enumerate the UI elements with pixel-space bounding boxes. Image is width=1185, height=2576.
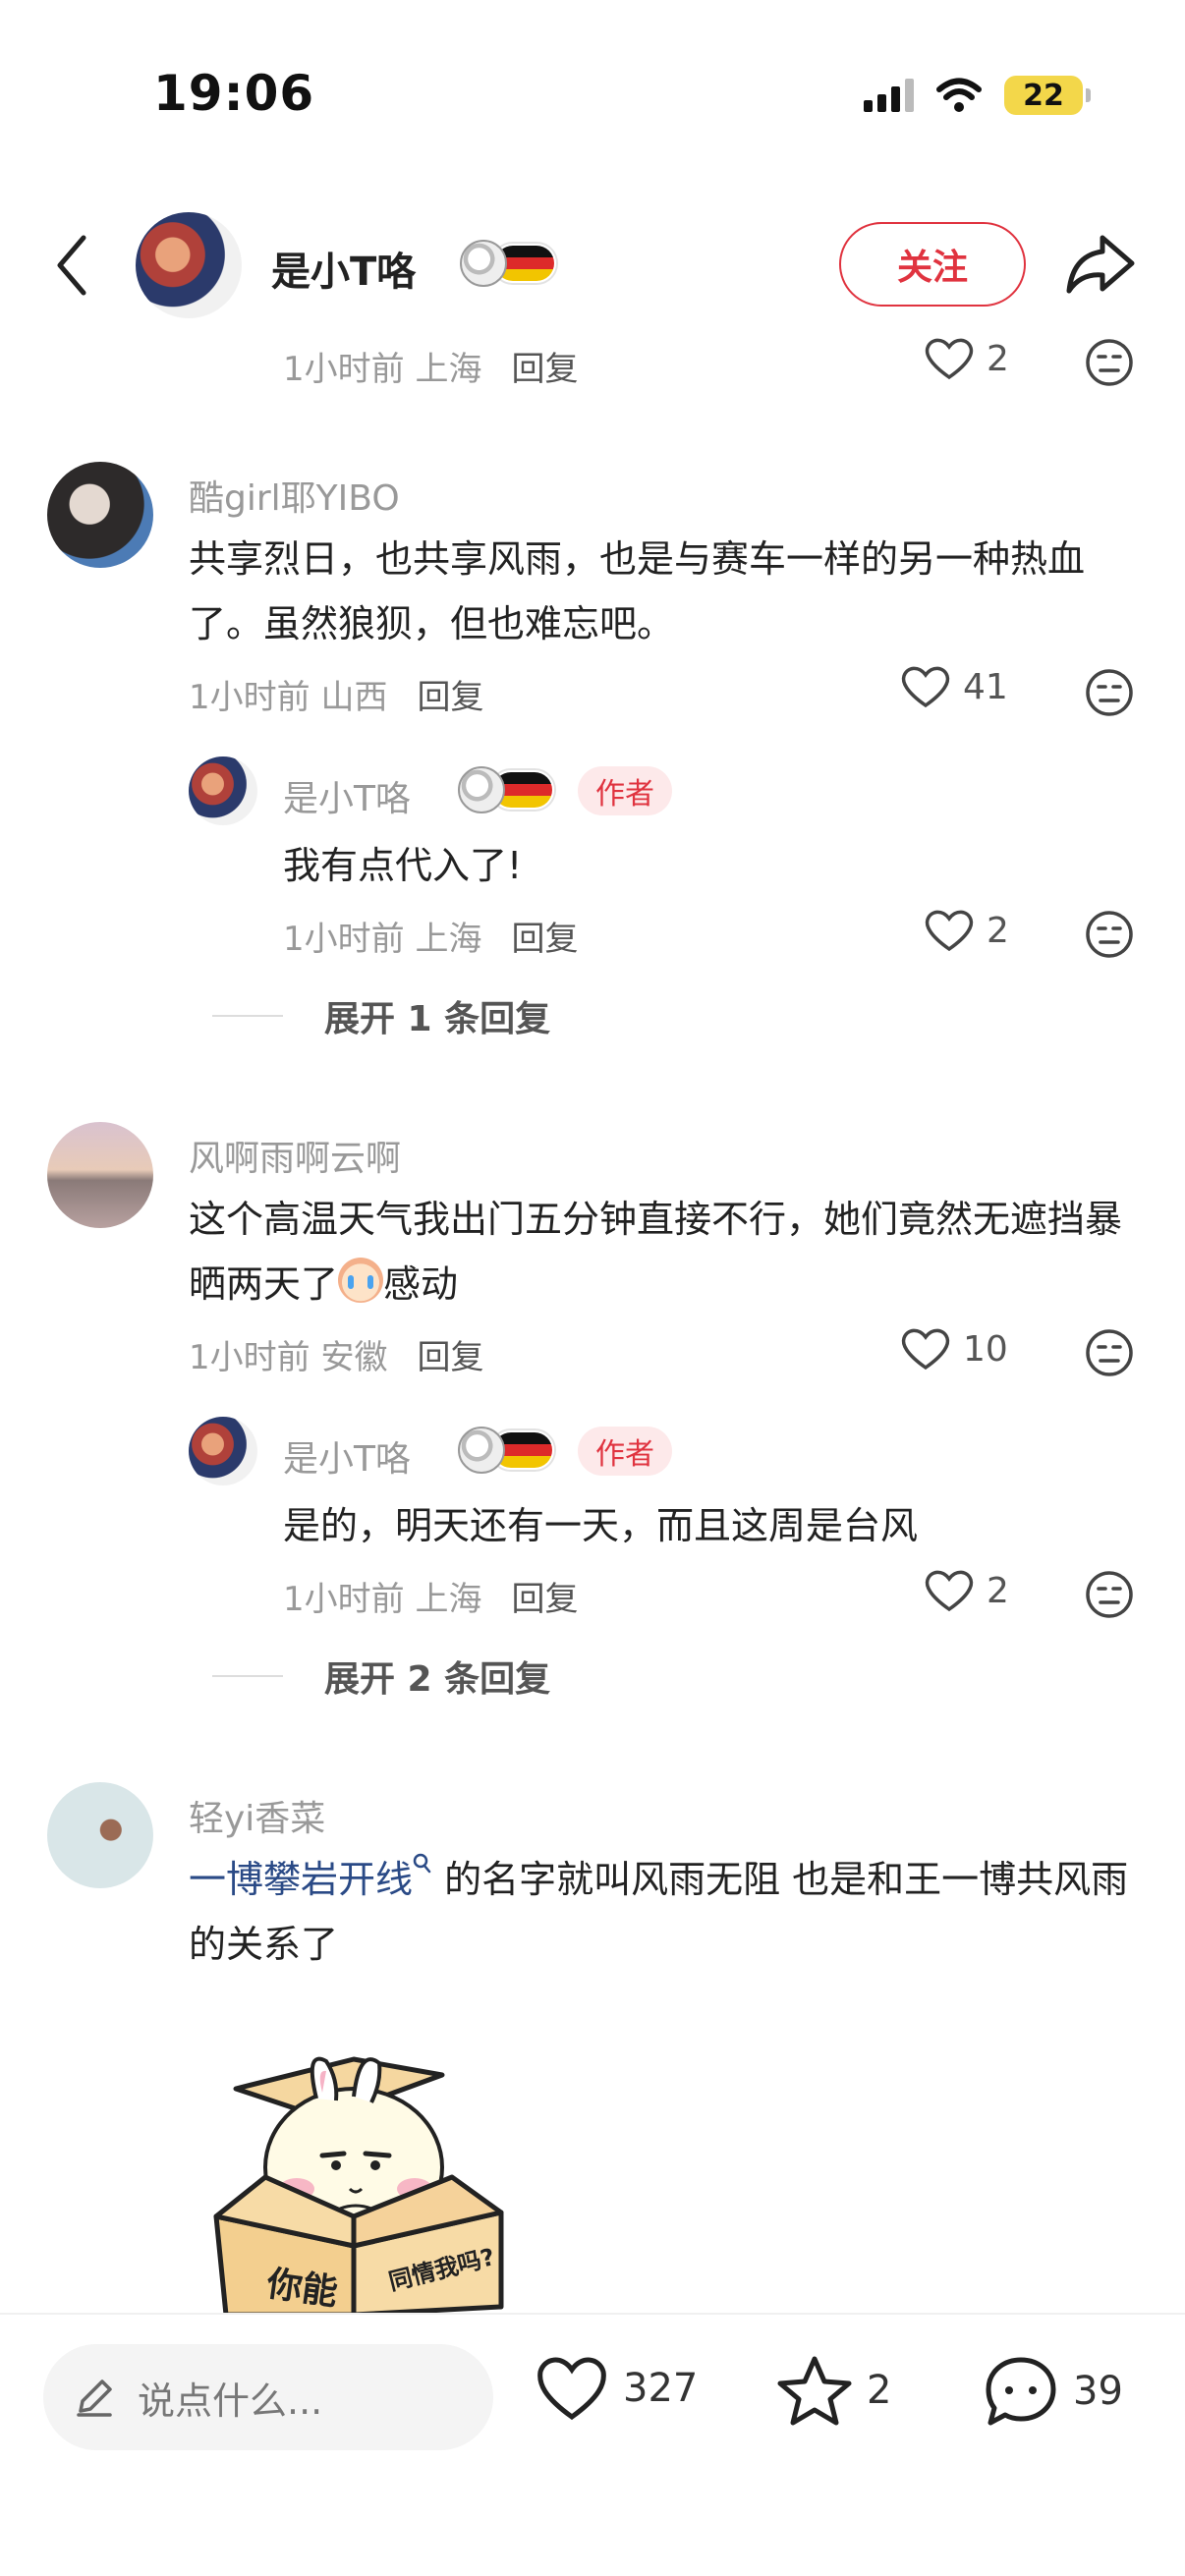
commenter-name[interactable]: 酷girl耶YIBO bbox=[189, 470, 400, 521]
battery-indicator: 22 bbox=[1004, 76, 1091, 115]
expand-replies-button[interactable]: 展开 2 条回复 bbox=[212, 1651, 550, 1702]
cellular-signal-icon bbox=[864, 79, 914, 112]
reply-author-name[interactable]: 是小T咯 bbox=[283, 1430, 411, 1482]
status-icons: 22 bbox=[864, 69, 1091, 122]
reply-button[interactable]: 回复 bbox=[511, 350, 578, 389]
author-badges bbox=[460, 240, 556, 287]
note-like-button[interactable]: 327 bbox=[535, 2354, 698, 2423]
reply-meta: 1小时前 上海 回复 bbox=[283, 920, 579, 959]
like-button[interactable]: 2 bbox=[924, 908, 1009, 953]
heart-icon bbox=[925, 338, 974, 380]
commenter-avatar[interactable] bbox=[47, 1782, 153, 1888]
expand-replies-button[interactable]: 展开 1 条回复 bbox=[212, 990, 550, 1041]
share-icon bbox=[1066, 235, 1135, 294]
dislike-icon[interactable] bbox=[1085, 910, 1134, 959]
search-icon bbox=[413, 1853, 431, 1874]
like-button[interactable]: 10 bbox=[900, 1326, 1008, 1372]
pencil-icon bbox=[77, 2380, 112, 2417]
star-icon bbox=[777, 2356, 852, 2426]
commenter-avatar[interactable] bbox=[47, 462, 153, 568]
reply-button[interactable]: 回复 bbox=[417, 1338, 483, 1377]
reply-author-avatar[interactable] bbox=[189, 756, 257, 825]
status-time: 19:06 bbox=[153, 65, 315, 122]
crying-emoji-icon bbox=[338, 1258, 384, 1303]
note-header: 是小T咯 关注 bbox=[0, 196, 1185, 334]
reply-meta: 1小时前 上海 回复 bbox=[283, 1580, 579, 1619]
like-button[interactable]: 2 bbox=[924, 1568, 1009, 1613]
topic-link[interactable]: 一博攀岩开线 bbox=[189, 1858, 413, 1901]
comment-input[interactable]: 说点什么... bbox=[43, 2344, 493, 2450]
sticker-caption-left: 你能 bbox=[264, 2264, 341, 2314]
like-button[interactable]: 41 bbox=[900, 664, 1008, 709]
football-badge-icon bbox=[460, 240, 507, 287]
commenter-name[interactable]: 风啊雨啊云啊 bbox=[189, 1130, 401, 1181]
note-favorite-button[interactable]: 2 bbox=[776, 2354, 891, 2427]
author-tag: 作者 bbox=[578, 1427, 672, 1476]
follow-button[interactable]: 关注 bbox=[839, 222, 1026, 307]
like-button[interactable]: 2 bbox=[924, 336, 1009, 381]
heart-icon bbox=[925, 1570, 974, 1612]
author-badges bbox=[458, 1427, 554, 1474]
author-badges bbox=[458, 766, 554, 813]
author-name[interactable]: 是小T咯 bbox=[271, 240, 416, 297]
dislike-icon[interactable] bbox=[1085, 668, 1134, 717]
dislike-icon[interactable] bbox=[1085, 338, 1134, 387]
heart-icon bbox=[925, 910, 974, 952]
heart-icon bbox=[901, 1328, 950, 1371]
heart-icon bbox=[537, 2357, 606, 2421]
reply-author-name[interactable]: 是小T咯 bbox=[283, 770, 411, 821]
comment-input-placeholder: 说点什么... bbox=[138, 2379, 323, 2423]
back-button[interactable] bbox=[47, 226, 96, 305]
reply-meta: 1小时前 上海 回复 bbox=[283, 350, 579, 389]
reply-text[interactable]: 我有点代入了! bbox=[283, 833, 522, 898]
chevron-left-icon bbox=[57, 235, 86, 296]
comment-text[interactable]: 一博攀岩开线 的名字就叫风雨无阻 也是和王一博共风雨的关系了 bbox=[189, 1847, 1152, 1977]
reply-text[interactable]: 是的，明天还有一天，而且这周是台风 bbox=[283, 1493, 918, 1558]
bottom-action-bar: 说点什么... 327 2 39 bbox=[0, 2313, 1185, 2576]
comment-meta: 1小时前 安徽 回复 bbox=[189, 1338, 484, 1377]
author-avatar[interactable] bbox=[136, 212, 242, 318]
reply-button[interactable]: 回复 bbox=[417, 678, 483, 717]
commenter-avatar[interactable] bbox=[47, 1122, 153, 1228]
author-tag: 作者 bbox=[578, 766, 672, 815]
football-badge-icon bbox=[458, 1427, 505, 1474]
commenter-name[interactable]: 轻yi香菜 bbox=[189, 1790, 325, 1841]
comment-bubble-icon bbox=[986, 2357, 1056, 2426]
reply-button[interactable]: 回复 bbox=[511, 1580, 578, 1619]
dislike-icon[interactable] bbox=[1085, 1328, 1134, 1377]
comment-text[interactable]: 这个高温天气我出门五分钟直接不行，她们竟然无遮挡暴晒两天了 感动 bbox=[189, 1187, 1142, 1316]
heart-icon bbox=[901, 666, 950, 708]
share-button[interactable] bbox=[1063, 232, 1138, 297]
dislike-icon[interactable] bbox=[1085, 1570, 1134, 1619]
reply-button[interactable]: 回复 bbox=[511, 920, 578, 959]
comment-text[interactable]: 共享烈日，也共享风雨，也是与赛车一样的另一种热血了。虽然狼狈，但也难忘吧。 bbox=[189, 527, 1142, 656]
reply-author-avatar[interactable] bbox=[189, 1417, 257, 1485]
wifi-icon bbox=[936, 78, 982, 112]
comment-meta: 1小时前 山西 回复 bbox=[189, 678, 484, 717]
note-comment-button[interactable]: 39 bbox=[983, 2354, 1123, 2429]
football-badge-icon bbox=[458, 766, 505, 813]
